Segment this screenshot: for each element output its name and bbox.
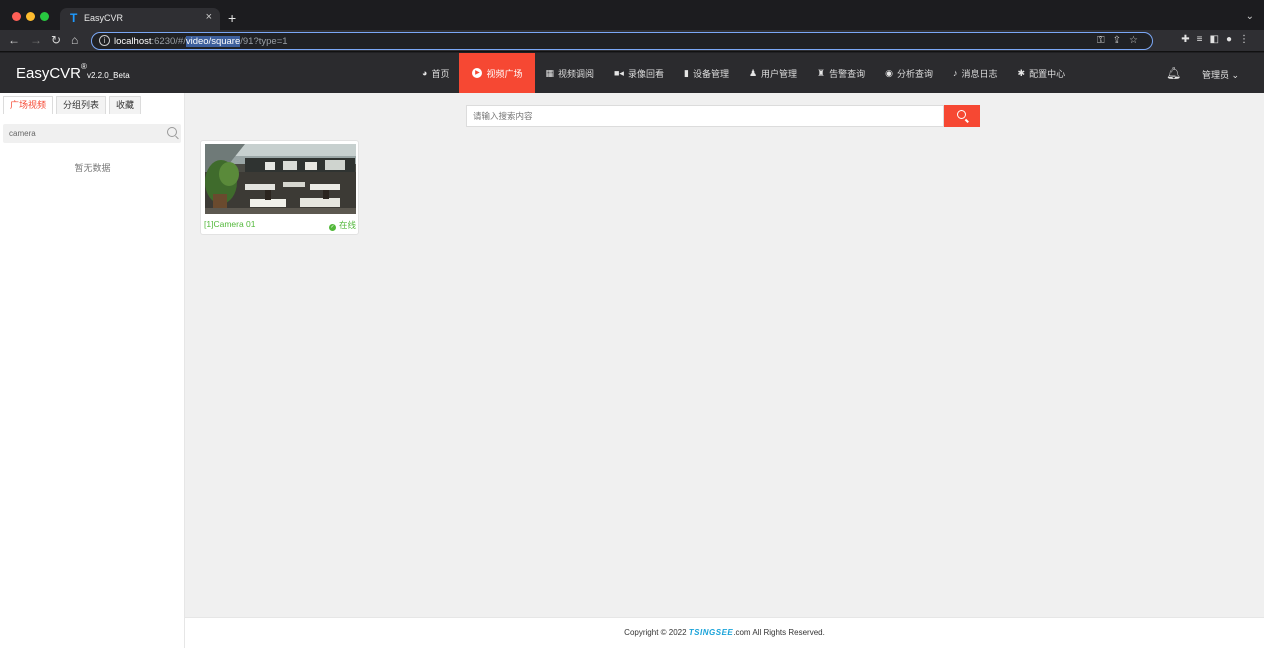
- maximize-window-button[interactable]: [40, 12, 49, 21]
- sidebar-search-input[interactable]: [3, 124, 163, 143]
- empty-state-text: 暂无数据: [74, 163, 111, 173]
- nav-device-management[interactable]: ▮ 设备管理: [674, 53, 739, 93]
- url-host: localhost: [114, 36, 152, 47]
- main-content: [1]Camera 01 ✓在线: [185, 93, 1264, 617]
- sidebar: 广场视频 分组列表 收藏 暂无数据: [0, 93, 185, 648]
- main-nav: ◕ 首页 ▶ 视频广场 ▦ 视频调阅 ■◂ 录像回看 ▮ 设备管理 ♟ 用户管理 ♜ 告警查询…: [412, 53, 1075, 93]
- admin-label: 管理员: [1202, 70, 1230, 80]
- chevron-down-icon: ⌄: [1231, 70, 1240, 80]
- device-icon: ▮: [683, 67, 689, 78]
- nav-label: 告警查询: [829, 68, 866, 79]
- browser-tab[interactable]: T EasyCVR ×: [60, 8, 220, 30]
- share-icon[interactable]: ⇪: [1113, 35, 1129, 46]
- nav-label: 配置中心: [1029, 68, 1066, 79]
- favicon-icon: T: [70, 11, 78, 25]
- video-camera-icon: ■◂: [614, 67, 624, 78]
- omnibox-actions: ⚿⇪☆: [1097, 35, 1146, 46]
- main-search: [466, 105, 980, 127]
- tab-favorites[interactable]: 收藏: [109, 96, 142, 114]
- app-header: EasyCVR®v2.2.0_Beta ◕ 首页 ▶ 视频广场 ▦ 视频调阅 ■◂ 录像…: [0, 53, 1264, 93]
- footer-brand-logo[interactable]: TSINGSEE: [689, 628, 733, 637]
- sidepanel-icon[interactable]: ◧: [1210, 34, 1226, 45]
- camera-snapshot[interactable]: [205, 144, 356, 214]
- check-circle-icon: ✓: [328, 224, 336, 231]
- nav-label: 录像回看: [627, 68, 664, 79]
- bell-icon: ♪: [953, 68, 958, 78]
- home-icon[interactable]: ⌂: [71, 33, 78, 47]
- nav-user-management[interactable]: ♟ 用户管理: [739, 53, 807, 93]
- tab-title: EasyCVR: [84, 13, 124, 23]
- search-input[interactable]: [466, 105, 944, 127]
- url-port-path: :6230/#/: [151, 36, 186, 47]
- tab-close-icon[interactable]: ×: [206, 11, 212, 23]
- camera-card[interactable]: [1]Camera 01 ✓ 在线: [200, 140, 359, 235]
- nav-config-center[interactable]: ✱ 配置中心: [1008, 53, 1076, 93]
- reading-list-icon[interactable]: ≡: [1197, 34, 1210, 45]
- extension-icons: ✚≡◧●⋮: [1181, 34, 1256, 45]
- key-icon[interactable]: ⚿: [1097, 35, 1113, 46]
- url-text: localhost:6230/#/video/square/91?type=1: [114, 36, 288, 47]
- site-info-icon[interactable]: i: [99, 35, 110, 46]
- sidebar-search: [3, 124, 181, 143]
- dashboard-icon: ◕: [422, 68, 428, 78]
- browser-toolbar: ← → ↻ ⌂ i localhost:6230/#/video/square/…: [0, 30, 1264, 52]
- back-arrow-icon[interactable]: ←: [8, 33, 20, 47]
- nav-home[interactable]: ◕ 首页: [412, 53, 459, 93]
- nav-label: 用户管理: [761, 68, 798, 79]
- url-rest: /91?type=1: [240, 36, 288, 47]
- nav-message-log[interactable]: ♪ 消息日志: [943, 53, 1008, 93]
- url-selected: video/square: [185, 36, 241, 47]
- analysis-icon: ◉: [885, 67, 893, 78]
- grid-icon: ▦: [545, 67, 554, 78]
- status-badge: ✓ 在线: [328, 219, 356, 231]
- page-footer: Copyright © 2022 TSINGSEE.com All Rights…: [185, 617, 1264, 648]
- puzzle-icon[interactable]: ✚: [1181, 34, 1196, 45]
- copyright-prefix: Copyright © 2022: [624, 628, 689, 637]
- forward-arrow-icon[interactable]: →: [30, 33, 42, 47]
- play-circle-icon: ▶: [472, 68, 483, 78]
- gear-icon: ✱: [1017, 67, 1026, 78]
- alarm-icon: ♜: [817, 67, 826, 78]
- nav-playback[interactable]: ■◂ 录像回看: [604, 53, 674, 93]
- snapshot-image: [205, 144, 356, 214]
- nav-label: 消息日志: [961, 68, 998, 79]
- nav-video-square[interactable]: ▶ 视频广场: [459, 53, 536, 93]
- nav-label: 分析查询: [897, 68, 934, 79]
- tab-search-chevron-icon[interactable]: ⌄: [1246, 11, 1254, 22]
- star-icon[interactable]: ☆: [1129, 35, 1146, 46]
- nav-analysis-query[interactable]: ◉ 分析查询: [875, 53, 943, 93]
- menu-dots-icon[interactable]: ⋮: [1239, 34, 1256, 45]
- search-icon[interactable]: [167, 127, 177, 137]
- copyright-suffix: .com All Rights Reserved.: [733, 628, 825, 637]
- nav-video-browse[interactable]: ▦ 视频调阅: [535, 53, 604, 93]
- nav-alarm-query[interactable]: ♜ 告警查询: [807, 53, 875, 93]
- nav-label: 设备管理: [692, 68, 729, 79]
- nav-label: 视频调阅: [557, 68, 594, 79]
- admin-menu[interactable]: 管理员 ⌄: [1202, 68, 1239, 81]
- browser-tab-bar: T EasyCVR × + ⌄: [0, 0, 1264, 30]
- close-window-button[interactable]: [12, 12, 21, 21]
- nav-label: 视频广场: [486, 68, 523, 79]
- camera-name[interactable]: [1]Camera 01: [204, 219, 256, 229]
- sidebar-tabs: 广场视频 分组列表 收藏: [3, 96, 144, 114]
- app-logo[interactable]: EasyCVR®v2.2.0_Beta: [16, 62, 130, 82]
- status-text: 在线: [338, 220, 356, 230]
- camera-card-footer: [1]Camera 01 ✓ 在线: [204, 219, 356, 231]
- nav-label: 首页: [431, 68, 450, 79]
- address-bar[interactable]: i localhost:6230/#/video/square/91?type=…: [91, 32, 1153, 50]
- logo-text: EasyCVR: [16, 65, 82, 82]
- app-version: v2.2.0_Beta: [86, 71, 130, 80]
- new-tab-button[interactable]: +: [228, 10, 236, 26]
- registered-mark: ®: [81, 62, 87, 71]
- reload-icon[interactable]: ↻: [51, 33, 61, 47]
- minimize-window-button[interactable]: [26, 12, 35, 21]
- search-icon: [957, 110, 966, 119]
- notification-bell-icon[interactable]: 🔔︎: [1166, 66, 1181, 80]
- tab-group-list[interactable]: 分组列表: [56, 96, 107, 114]
- tab-square-videos[interactable]: 广场视频: [3, 96, 54, 114]
- search-button[interactable]: [944, 105, 980, 127]
- profile-icon[interactable]: ●: [1226, 34, 1239, 45]
- user-icon: ♟: [748, 67, 758, 78]
